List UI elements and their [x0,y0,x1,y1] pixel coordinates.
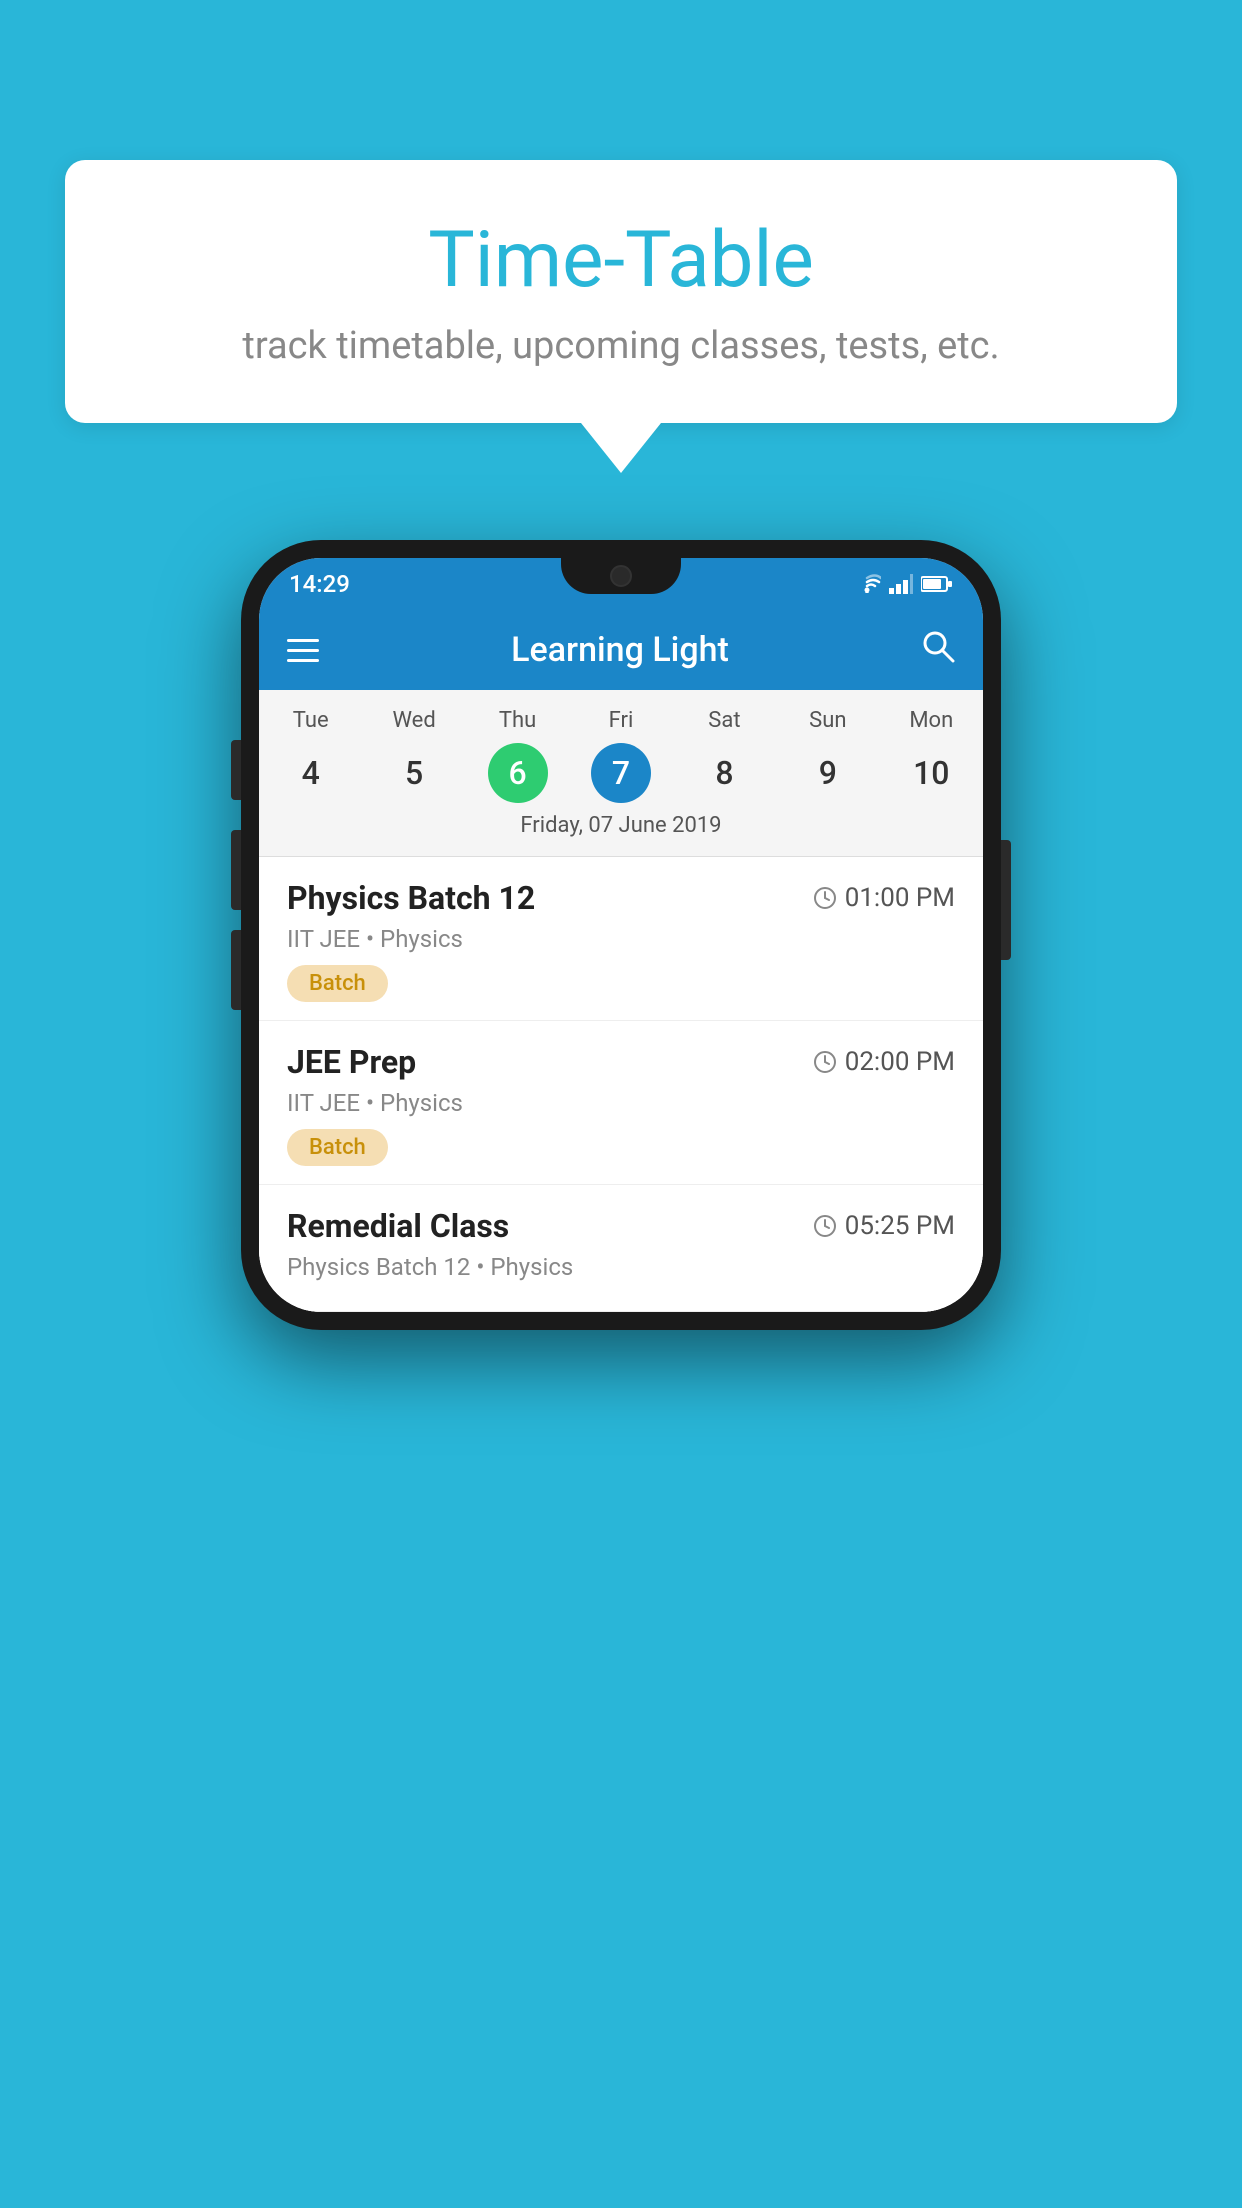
hamburger-line-3 [287,659,319,662]
speech-bubble-title: Time-Table [125,215,1117,306]
battery-icon [921,576,953,592]
schedule-item-badge-0: Batch [287,965,388,1002]
clock-icon-2 [813,1214,837,1238]
day-num-7[interactable]: 7 [591,743,651,803]
day-numbers-row: 456789 10 [259,743,983,803]
phone-vol-down-btn [231,930,241,1010]
app-bar: Learning Light [259,610,983,690]
speech-bubble-subtitle: track timetable, upcoming classes, tests… [125,324,1117,368]
day-name-tue: Tue [259,708,362,733]
day-num-6[interactable]: 6 [488,743,548,803]
day-name-wed: Wed [362,708,465,733]
schedule-item-header-1: JEE Prep 02:00 PM [287,1043,955,1081]
speech-bubble-tail [581,423,661,473]
hamburger-menu-button[interactable] [287,639,319,662]
schedule-item-0[interactable]: Physics Batch 12 01:00 PM IIT JEE • Phys… [259,857,983,1021]
signal-icon [889,574,913,594]
schedule-item-time-1: 02:00 PM [813,1047,955,1077]
status-icons [853,574,953,594]
schedule-item-badge-1: Batch [287,1129,388,1166]
schedule-item-title-2: Remedial Class [287,1207,509,1245]
phone-notch [561,558,681,594]
clock-icon-1 [813,1050,837,1074]
day-name-thu: Thu [466,708,569,733]
day-name-fri: Fri [569,708,672,733]
search-button[interactable] [921,629,955,672]
schedule-item-title-1: JEE Prep [287,1043,416,1081]
day-name-mon: Mon [880,708,983,733]
phone-power-btn [1001,840,1011,960]
app-title: Learning Light [511,630,729,670]
phone-vol-silent-btn [231,740,241,800]
phone-container: 14:29 [241,540,1001,1330]
schedule-item-subtitle-0: IIT JEE • Physics [287,925,955,953]
day-num-9[interactable]: 9 [798,743,858,803]
hamburger-line-2 [287,649,319,652]
status-time: 14:29 [289,570,350,598]
day-names-row: TueWedThuFriSatSunMon [259,708,983,733]
schedule-item-title-0: Physics Batch 12 [287,879,535,917]
day-num-4[interactable]: 4 [281,743,341,803]
search-icon [921,629,955,663]
schedule-item-time-0: 01:00 PM [813,883,955,913]
clock-icon-0 [813,886,837,910]
day-name-sat: Sat [673,708,776,733]
speech-bubble-container: Time-Table track timetable, upcoming cla… [65,160,1177,473]
calendar-strip: TueWedThuFriSatSunMon 456789 10 Friday, 0… [259,690,983,857]
schedule-item-subtitle-2: Physics Batch 12 • Physics [287,1253,955,1281]
phone-screen: 14:29 [259,558,983,1312]
schedule-item-1[interactable]: JEE Prep 02:00 PM IIT JEE • Physics Batc… [259,1021,983,1185]
day-num-10[interactable]: 10 [901,743,961,803]
schedule-item-subtitle-1: IIT JEE • Physics [287,1089,955,1117]
phone-vol-up-btn [231,830,241,910]
schedule-item-header-0: Physics Batch 12 01:00 PM [287,879,955,917]
selected-date-label: Friday, 07 June 2019 [259,803,983,846]
schedule-item-header-2: Remedial Class 05:25 PM [287,1207,955,1245]
schedule-item-time-2: 05:25 PM [813,1211,955,1241]
phone-camera [610,565,632,587]
day-num-5[interactable]: 5 [384,743,444,803]
speech-bubble: Time-Table track timetable, upcoming cla… [65,160,1177,423]
phone-outer: 14:29 [241,540,1001,1330]
hamburger-line-1 [287,639,319,642]
wifi-icon [853,574,881,594]
schedule-item-2[interactable]: Remedial Class 05:25 PM Physics Batch 12… [259,1185,983,1312]
schedule-list: Physics Batch 12 01:00 PM IIT JEE • Phys… [259,857,983,1312]
day-name-sun: Sun [776,708,879,733]
day-num-8[interactable]: 8 [694,743,754,803]
